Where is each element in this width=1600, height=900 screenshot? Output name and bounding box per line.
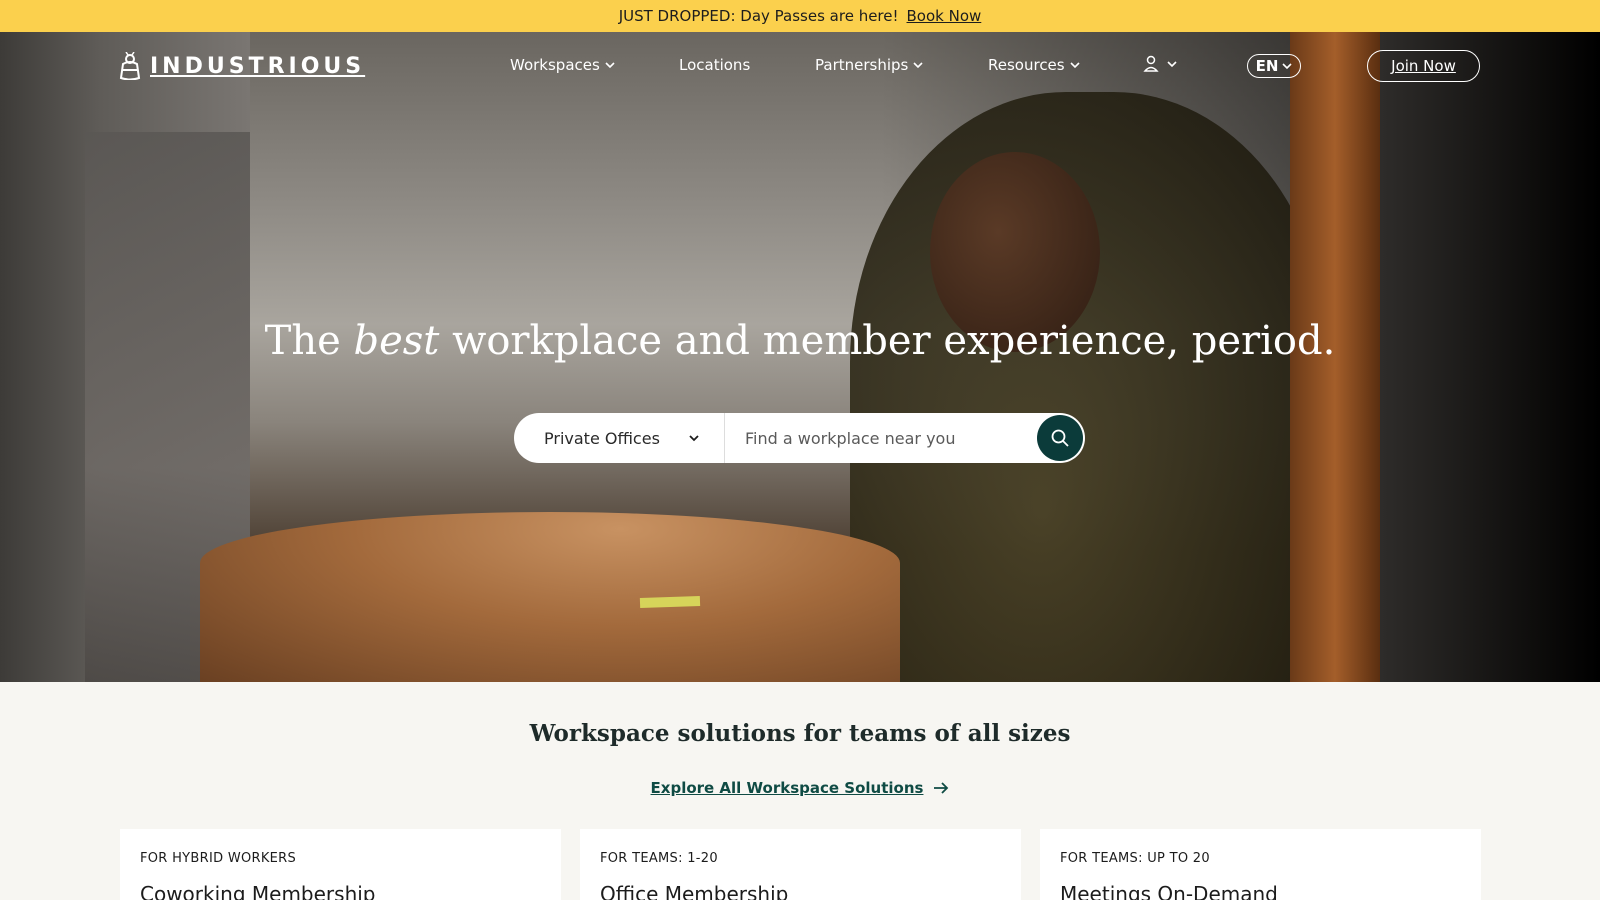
nav-item-label: Resources xyxy=(988,56,1065,74)
industrious-logo[interactable]: INDUSTRIOUS xyxy=(118,52,365,80)
nav-item-label: Workspaces xyxy=(510,56,600,74)
explore-label: Explore All Workspace Solutions xyxy=(650,779,924,797)
solution-card-office[interactable]: FOR TEAMS: 1-20 Office Membership xyxy=(580,829,1021,900)
search-button[interactable] xyxy=(1037,415,1083,461)
card-tag: FOR HYBRID WORKERS xyxy=(140,851,297,866)
nav-resources[interactable]: Resources xyxy=(988,56,1080,74)
chevron-down-icon xyxy=(913,62,923,69)
explore-solutions-link[interactable]: Explore All Workspace Solutions xyxy=(0,779,1600,797)
nav-locations[interactable]: Locations xyxy=(679,56,750,74)
arrow-right-icon xyxy=(934,782,949,794)
logo-text: INDUSTRIOUS xyxy=(150,53,366,79)
bee-logo-icon xyxy=(119,52,141,80)
nav-item-label: Locations xyxy=(679,56,751,74)
chevron-down-icon xyxy=(1167,61,1177,68)
account-menu-button[interactable] xyxy=(1143,55,1177,73)
headline-pre: The xyxy=(264,318,341,364)
nav-partnerships[interactable]: Partnerships xyxy=(815,56,923,74)
chevron-down-icon xyxy=(605,62,615,69)
card-title: Office Membership xyxy=(600,882,789,900)
card-title: Coworking Membership xyxy=(140,882,376,900)
nav-workspaces[interactable]: Workspaces xyxy=(510,56,615,74)
announcement-bar: JUST DROPPED: Day Passes are here! Book … xyxy=(0,0,1600,32)
user-icon xyxy=(1143,55,1159,72)
location-search-input[interactable] xyxy=(725,413,1037,463)
workspace-type-select[interactable]: Private Offices xyxy=(514,413,725,463)
workspace-search-bar: Private Offices xyxy=(514,413,1085,463)
main-nav: INDUSTRIOUS Workspaces Locations Partner… xyxy=(0,32,1600,102)
solution-card-coworking[interactable]: FOR HYBRID WORKERS Coworking Membership xyxy=(120,829,561,900)
hero-headline: The best workplace and member experience… xyxy=(0,318,1600,364)
section-title: Workspace solutions for teams of all siz… xyxy=(529,720,1071,747)
card-tag: FOR TEAMS: UP TO 20 xyxy=(1060,851,1210,866)
headline-post: workplace and member experience, period. xyxy=(452,318,1336,364)
solution-card-meetings[interactable]: FOR TEAMS: UP TO 20 Meetings On-Demand xyxy=(1040,829,1481,900)
book-now-link[interactable]: Book Now xyxy=(907,7,982,25)
card-tag: FOR TEAMS: 1-20 xyxy=(600,851,718,866)
search-icon xyxy=(1051,429,1069,447)
select-value: Private Offices xyxy=(544,428,660,448)
announcement-text: JUST DROPPED: Day Passes are here! xyxy=(618,7,899,25)
headline-emphasis: best xyxy=(353,318,440,364)
chevron-down-icon xyxy=(1282,63,1292,70)
card-title: Meetings On-Demand xyxy=(1060,882,1278,900)
language-label: EN xyxy=(1255,57,1279,75)
chevron-down-icon xyxy=(689,435,699,442)
language-selector[interactable]: EN xyxy=(1247,54,1301,78)
chevron-down-icon xyxy=(1070,62,1080,69)
nav-item-label: Partnerships xyxy=(815,56,909,74)
join-now-button[interactable]: Join Now xyxy=(1367,50,1480,82)
